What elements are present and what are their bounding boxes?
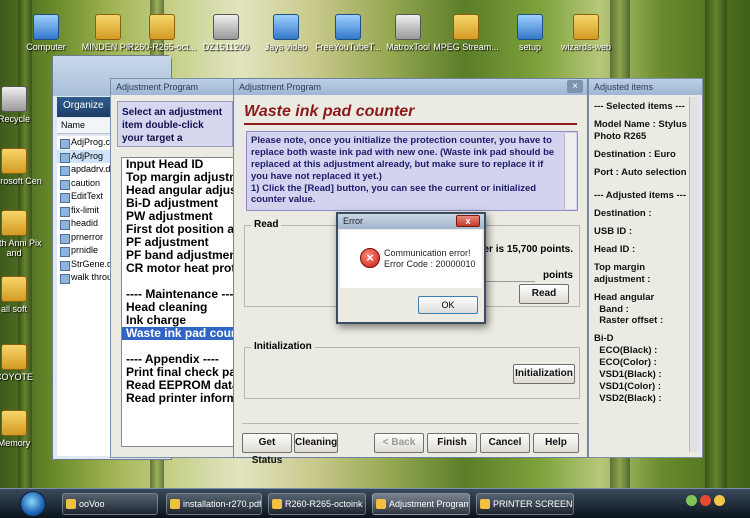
finish-button[interactable]: Finish [427,433,477,453]
error-icon: × [360,248,380,268]
app-icon [335,14,361,40]
error-code: Error Code : 20000010 [384,259,476,270]
panel-line: Destination : Euro [594,148,676,160]
recycle-bin-icon [1,86,27,112]
panel-line: Model Name : Stylus Photo R265 [594,118,687,142]
computer-icon [33,14,59,40]
list-item[interactable]: CR motor heat protec [122,262,240,275]
video-file-icon [273,14,299,40]
ok-button[interactable]: OK [418,296,478,314]
desktop-icon-folder[interactable]: R260-R265-oct... [126,14,198,52]
panel-line: ECO(Black) : [594,345,658,357]
dialog-close-button[interactable]: x [456,215,480,227]
panel-line: Top margin adjustment : [594,261,651,285]
desktop-icon-folder[interactable]: 50 th Anni Pix and [0,210,50,258]
folder-icon [1,344,27,370]
system-tray [686,495,746,513]
taskbar-item[interactable]: installation-r270.pdf ... [166,493,262,515]
desktop-icon-folder[interactable]: COYOTE [0,344,50,382]
panel-line: ECO(Color) : [594,357,657,368]
panel-line: --- Adjusted items --- [594,190,687,202]
back-button[interactable]: < Back [374,433,424,453]
list-item[interactable]: Read printer informati [122,392,240,405]
adjustment-item-list: Input Head ID Top margin adjustme Head a… [121,157,241,447]
cleaning-button[interactable]: Cleaning [294,433,338,453]
folder-icon [453,14,479,40]
cancel-button[interactable]: Cancel [480,433,530,453]
desktop-icon-folder[interactable]: MPEG Stream... [430,14,502,52]
desktop-icon-folder[interactable]: Microsoft Cen [0,148,50,186]
close-button[interactable]: × [567,80,583,93]
window-title: Adjustment Program [111,79,239,95]
folder-icon [1,210,27,236]
adjusted-items-panel: Adjusted items --- Selected items --- Mo… [588,78,703,458]
panel-line: Bi-D [594,333,614,345]
bamboo-stalk [705,0,727,488]
panel-line: VSD2(Black) : [594,392,662,404]
start-button[interactable] [20,491,46,517]
instruction-note: Please note, once you initialize the pro… [246,131,578,211]
panel-line: USB ID : [594,226,632,238]
initialization-button[interactable]: Initialization [513,364,575,384]
error-dialog: Error x × Communication error! Error Cod… [336,212,486,324]
error-message: Communication error! Error Code : 200000… [384,248,476,271]
taskbar: ooVoo installation-r270.pdf ... R260-R26… [0,488,750,518]
window-title: Adjustment Program [234,79,587,95]
taskbar-item[interactable]: ooVoo [62,493,158,515]
read-legend: Read [251,219,282,230]
folder-icon [1,410,27,436]
page-title: Waste ink pad counter [244,103,577,125]
panel-line: Head ID : [594,244,636,255]
note-text: Please note, once you initialize the pro… [251,135,555,206]
panel-line: Destination : [594,208,652,220]
desktop-icon-recycle[interactable]: Recycle [0,86,50,124]
tray-icon[interactable] [700,495,711,506]
desktop-icon-folder[interactable]: all soft [0,276,50,314]
adjustment-list-window: Adjustment Program Select an adjustment … [110,78,241,458]
panel-line: Port : Auto selection [594,166,687,178]
list-item-selected[interactable]: Waste ink pad counte [122,327,240,340]
read-button[interactable]: Read [519,284,569,304]
setup-icon [517,14,543,40]
panel-line: VSD1(Black) : [594,368,662,380]
web-icon [573,14,599,40]
taskbar-item-active[interactable]: Adjustment Program [372,493,470,515]
initialization-group: Initialization Initialization [244,341,580,399]
points-label: points [543,270,573,281]
desktop-icon-web[interactable]: wizards-web [550,14,622,52]
folder-icon [1,148,27,174]
folder-icon [149,14,175,40]
panel-scrollbar[interactable] [689,97,700,452]
folder-icon [1,276,27,302]
panel-line: Band : [594,303,629,315]
taskbar-item[interactable]: PRINTER SCREEN NO... [476,493,574,515]
taskbar-item[interactable]: R260-R265-octoink [268,493,366,515]
panel-line: Head angular [594,291,655,303]
panel-title: Adjusted items [589,79,702,95]
divider [242,423,579,424]
panel-line: Raster offset : [594,315,664,327]
panel-line: VSD1(Color) : [594,380,662,392]
tray-icon[interactable] [714,495,725,506]
help-button[interactable]: Help [533,433,579,453]
app-icon [395,14,421,40]
desktop-icon-folder[interactable]: Memory [0,410,50,448]
image-file-icon [213,14,239,40]
get-status-button[interactable]: Get Status [242,433,292,466]
initialization-legend: Initialization [251,341,315,352]
error-line-1: Communication error! [384,248,471,258]
panel-line: --- Selected items --- [594,101,685,112]
note-scrollbar[interactable] [564,133,576,209]
tray-icon[interactable] [686,495,697,506]
folder-icon [95,14,121,40]
adjusted-items-content: --- Selected items --- Model Name : Styl… [592,97,690,452]
instruction-text: Select an adjustment item double-click y… [117,101,233,147]
